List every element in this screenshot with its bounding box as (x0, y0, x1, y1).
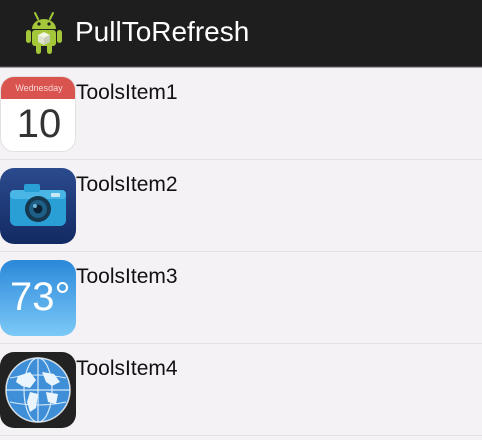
list-item-label: ToolsItem1 (76, 81, 178, 104)
globe-icon (0, 352, 76, 428)
calendar-weekday: Wednesday (1, 77, 75, 99)
list-item[interactable]: ToolsItem2 (0, 160, 482, 252)
list-item-label: ToolsItem2 (76, 173, 178, 196)
list-item-label: ToolsItem3 (76, 265, 178, 288)
calendar-icon: Wednesday 10 (0, 76, 76, 152)
weather-temperature: 73° (10, 275, 71, 319)
list-item[interactable]: Wednesday 10 ToolsItem1 (0, 68, 482, 160)
list-item[interactable]: 73° ToolsItem3 (0, 252, 482, 344)
weather-icon: 73° (0, 260, 76, 336)
action-bar: PullToRefresh (0, 0, 482, 66)
calendar-day: 10 (16, 102, 62, 146)
pull-to-refresh-list[interactable]: Wednesday 10 ToolsItem1 ToolsItem2 73° T… (0, 68, 482, 440)
android-icon[interactable] (24, 11, 64, 55)
list-item[interactable]: ToolsItem4 (0, 344, 482, 436)
list-item-label: ToolsItem4 (76, 357, 178, 380)
app-title: PullToRefresh (75, 16, 250, 47)
camera-icon (0, 168, 76, 244)
